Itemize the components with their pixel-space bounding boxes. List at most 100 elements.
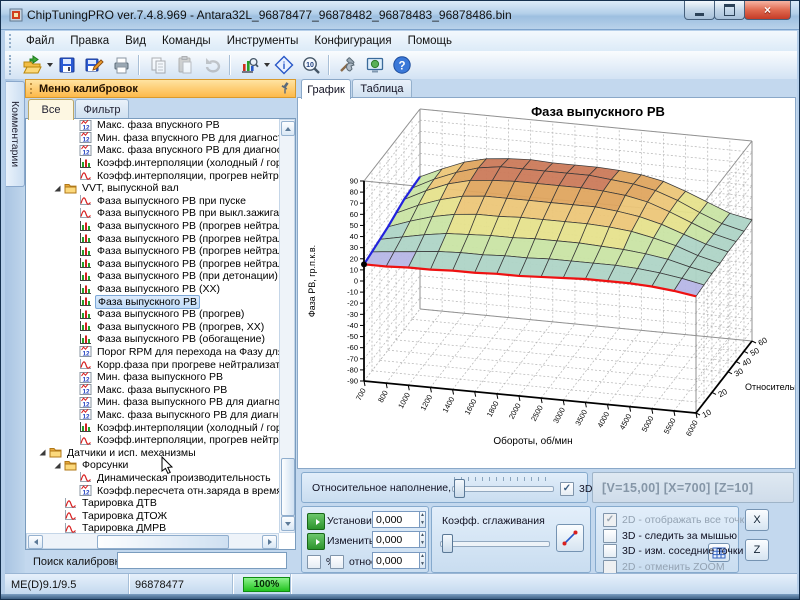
tree-item-label[interactable]: Коэфф.интерполяции (холодный / горячий ) (95, 157, 279, 169)
menu-инструменты[interactable]: Инструменты (219, 33, 307, 49)
help-button[interactable]: ? (389, 53, 414, 77)
tree-item-label[interactable]: Макс. фаза выпускного РВ (95, 384, 229, 396)
title-bar[interactable]: ChipTuningPRO ver.7.4.8.969 - Antara32L_… (1, 1, 799, 30)
set-to-spinner[interactable]: ▲▼ (419, 511, 426, 528)
tree-item[interactable]: Фаза выпускного РВ (прогрев) (26, 308, 279, 321)
tree-item-label[interactable]: Порог RPM для перехода на Фазу для режим… (95, 346, 279, 358)
tree-item[interactable]: Тарировка ДТОЖ (26, 509, 279, 522)
hscroll-thumb[interactable] (97, 535, 229, 549)
search-input[interactable] (117, 552, 287, 569)
chart-panel[interactable]: -90-80-70-60-50-40-30-20-100102030405060… (297, 97, 796, 469)
checkbox-box[interactable] (603, 544, 617, 558)
tree-item[interactable]: Динамическая производительность (26, 472, 279, 485)
x-axis-button[interactable]: X (745, 509, 769, 531)
tree-item-label[interactable]: Форсунки (80, 459, 130, 471)
tree-item-label[interactable]: Динамическая производительность (95, 472, 273, 484)
menu-правка[interactable]: Правка (62, 33, 117, 49)
tree-hscrollbar[interactable] (26, 533, 279, 549)
connect-button[interactable] (362, 53, 387, 77)
relative-spinbox[interactable]: ▲▼ (372, 552, 426, 569)
menu-конфигурация[interactable]: Конфигурация (306, 33, 399, 49)
tree-item-label[interactable]: Мин. фаза выпускного РВ (95, 371, 225, 383)
checkbox-relative-box[interactable] (330, 555, 344, 569)
tree-item-label[interactable]: Мин. фаза выпускного РВ для диагностики (95, 396, 279, 408)
tree-item-label[interactable]: Коэфф.интерполяции, прогрев нейтр. (холо… (95, 434, 279, 446)
tree-item[interactable]: Корр.фаза при прогреве нейтрализатора (26, 358, 279, 371)
tree-item-label[interactable]: Тарировка ДТОЖ (80, 510, 169, 522)
tree-item[interactable]: VVT, выпускной вал (26, 182, 279, 195)
scroll-right-button[interactable] (262, 535, 277, 549)
apply-set-button[interactable] (307, 513, 325, 530)
tree-item[interactable]: 12Мин. фаза выпускного РВ (26, 371, 279, 384)
tree-item[interactable]: 12Макс. фаза выпускного РВ (26, 383, 279, 396)
tree-item[interactable]: Тарировка ДТВ (26, 497, 279, 510)
tree-item[interactable]: Фаза выпускного РВ (26, 295, 279, 308)
tree-item-label[interactable]: Коэфф.пересчета отн.заряда в время впрыс… (95, 485, 279, 497)
print-button[interactable] (108, 53, 133, 77)
scroll-up-button[interactable] (281, 121, 295, 136)
comments-side-tab[interactable]: Комментарии (6, 81, 25, 187)
tree-item-label[interactable]: Фаза выпускного РВ (прогрев нейтрализато… (95, 220, 279, 232)
maximize-button[interactable] (714, 1, 745, 20)
tree-item-label[interactable]: VVT, выпускной вал (80, 182, 181, 194)
tree-item[interactable]: Фаза выпускного РВ (прогрев нейтрал., ХХ… (26, 245, 279, 258)
tree-item[interactable]: 12Макс. фаза впускного РВ для диагностик… (26, 144, 279, 157)
spin-up-icon[interactable]: ▲ (420, 532, 425, 540)
expand-arrow-icon[interactable] (53, 184, 63, 193)
tree-item-label[interactable]: Корр.фаза при прогреве нейтрализатора (95, 359, 279, 371)
tree-item[interactable]: Фаза выпускного РВ (прогрев нейтрал., хо… (26, 232, 279, 245)
tree-item-label-selected[interactable]: Фаза выпускного РВ (95, 295, 200, 309)
fill-slider-thumb[interactable] (454, 479, 465, 498)
minimize-button[interactable] (684, 1, 715, 20)
tree-vscrollbar[interactable] (279, 119, 295, 533)
tree-item-label[interactable]: Коэфф.интерполяции (холодный / горячий ) (95, 422, 279, 434)
expand-arrow-icon[interactable] (38, 448, 48, 457)
checkbox-box[interactable] (603, 529, 617, 543)
menu-помощь[interactable]: Помощь (400, 33, 460, 49)
spin-up-icon[interactable]: ▲ (420, 512, 425, 520)
tree-item[interactable]: 12Мин. фаза впускного РВ для диагностики (26, 132, 279, 145)
expand-arrow-icon[interactable] (53, 461, 63, 470)
set-to-spinbox[interactable]: ▲▼ (372, 511, 426, 528)
tree-item-label[interactable]: Макс. фаза выпускного РВ для диагностики (95, 409, 279, 421)
tree-item-label[interactable]: Фаза выпускного РВ (прогрев нейтрал., ХХ… (95, 258, 279, 270)
interpolate-button[interactable] (556, 524, 584, 552)
spin-down-icon[interactable]: ▼ (420, 540, 425, 548)
tree-item[interactable]: Коэфф.интерполяции, прогрев нейтр. (холо… (26, 169, 279, 182)
tree-item-label[interactable]: Фаза выпускного РВ при пуске (95, 195, 248, 207)
vscroll-thumb[interactable] (281, 458, 295, 516)
relative-input[interactable] (372, 552, 419, 569)
tree-item[interactable]: Фаза выпускного РВ (прогрев, ХХ) (26, 321, 279, 334)
tree-item[interactable]: Фаза выпускного РВ (при детонации) (26, 270, 279, 283)
spin-down-icon[interactable]: ▼ (420, 561, 425, 569)
tree-item-label[interactable]: Тарировка ДТВ (80, 497, 159, 509)
tree-item[interactable]: Фаза выпускного РВ при выкл.зажигания (26, 207, 279, 220)
tools-button[interactable] (335, 53, 360, 77)
fill-slider-track[interactable] (452, 486, 554, 492)
dropdown-arrow-icon[interactable] (264, 63, 270, 67)
tree-item-label[interactable]: Фаза выпускного РВ (обогащение) (95, 333, 267, 345)
close-button[interactable]: × (744, 1, 791, 20)
surface-chart[interactable]: -90-80-70-60-50-40-30-20-100102030405060… (298, 98, 795, 468)
tab-график[interactable]: График (301, 79, 351, 99)
tree-item[interactable]: Коэфф.интерполяции (холодный / горячий ) (26, 157, 279, 170)
tree-item[interactable]: Форсунки (26, 459, 279, 472)
tree-item-label[interactable]: Фаза выпускного РВ (при детонации) (95, 270, 279, 282)
zoom-10-button[interactable]: 10 (298, 53, 323, 77)
checkbox-3d[interactable]: ✓3D (560, 482, 592, 496)
info-diamond-button[interactable]: i (271, 53, 296, 77)
tree-item[interactable]: Фаза выпускного РВ (ХХ) (26, 283, 279, 296)
option-checkbox-1[interactable]: 3D - следить за мышью (603, 529, 737, 543)
dropdown-arrow-icon[interactable] (47, 63, 53, 67)
save-edit-button[interactable] (81, 53, 106, 77)
checkbox-3d-box[interactable]: ✓ (560, 482, 574, 496)
tree-item[interactable]: 12Мин. фаза выпускного РВ для диагностик… (26, 396, 279, 409)
smoothing-slider-thumb[interactable] (442, 534, 453, 553)
tree-item-label[interactable]: Мин. фаза впускного РВ для диагностики (95, 132, 279, 144)
smoothing-slider-track[interactable] (440, 541, 550, 547)
change-by-spinner[interactable]: ▲▼ (419, 531, 426, 548)
checkbox-percent-box[interactable] (307, 555, 321, 569)
tree-item-label[interactable]: Фаза выпускного РВ при выкл.зажигания (95, 207, 279, 219)
tree-item[interactable]: Фаза выпускного РВ при пуске (26, 195, 279, 208)
tree-item[interactable]: 12Макс. фаза впускного РВ (26, 119, 279, 132)
